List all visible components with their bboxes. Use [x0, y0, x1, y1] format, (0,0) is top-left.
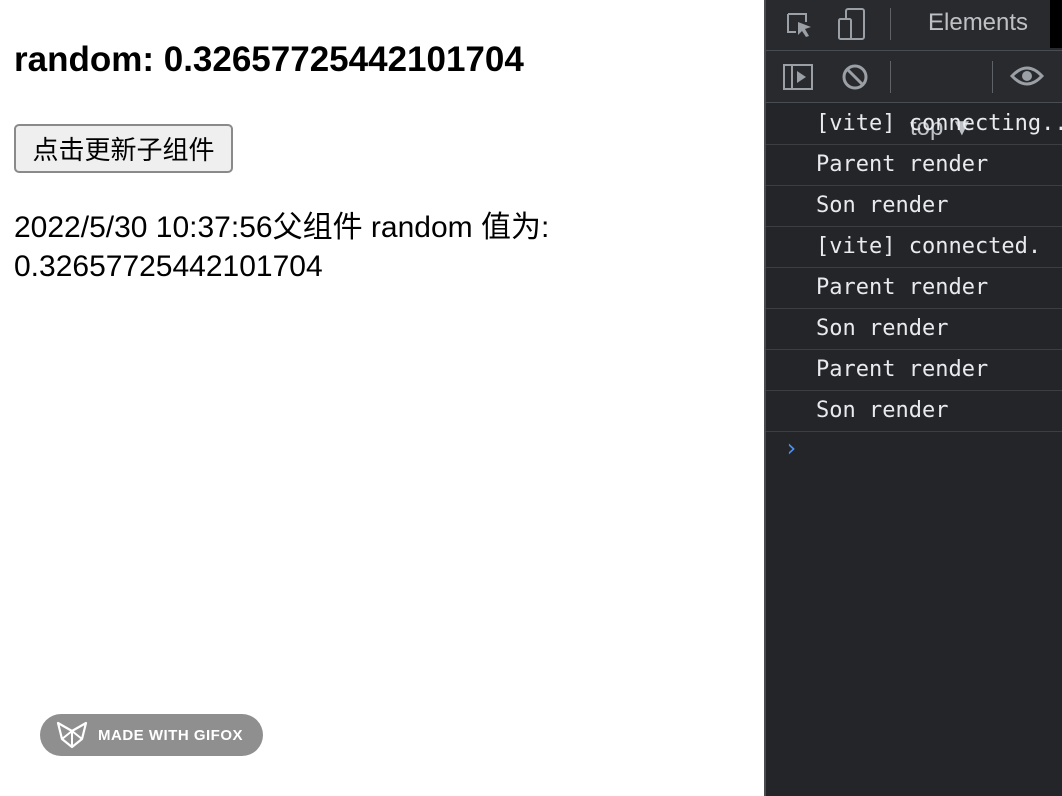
toolbar-overflow-edge — [1050, 0, 1062, 48]
gifox-watermark: MADE WITH GIFOX — [40, 714, 263, 756]
toolbar-divider — [890, 61, 891, 93]
page-content: random: 0.32657725442101704 点击更新子组件 2022… — [0, 0, 764, 796]
console-messages: [vite] connecting... Parent render Son r… — [766, 104, 1062, 432]
parent-random-text: 2022/5/30 10:37:56父组件 random 值为: 0.32657… — [14, 211, 550, 283]
gifox-fox-icon — [56, 721, 88, 749]
console-toolbar: top ▼ — [766, 51, 1062, 141]
update-child-button[interactable]: 点击更新子组件 — [14, 124, 233, 173]
devtools-main-toolbar: Elements — [766, 0, 1062, 51]
console-message: [vite] connecting... — [766, 104, 1062, 145]
clear-console-icon[interactable] — [841, 63, 869, 96]
console-message: Parent render — [766, 145, 1062, 186]
tab-elements[interactable]: Elements — [928, 9, 1028, 37]
console-message: Son render — [766, 391, 1062, 432]
console-message: Parent render — [766, 268, 1062, 309]
random-heading: random: 0.32657725442101704 — [14, 40, 524, 79]
console-message: [vite] connected. — [766, 227, 1062, 268]
toolbar-divider — [890, 8, 891, 40]
toolbar-divider — [992, 61, 993, 93]
sidebar-toggle-icon[interactable] — [782, 62, 814, 97]
console-message: Son render — [766, 309, 1062, 350]
device-toolbar-icon[interactable] — [836, 7, 868, 46]
inspect-element-icon[interactable] — [784, 10, 814, 45]
eye-icon[interactable] — [1009, 64, 1045, 93]
devtools-panel: Elements top ▼ [vite] connecting... Pare… — [764, 0, 1062, 796]
console-message: Parent render — [766, 350, 1062, 391]
console-prompt[interactable]: › — [784, 434, 798, 462]
gifox-label: MADE WITH GIFOX — [98, 726, 243, 744]
console-message: Son render — [766, 186, 1062, 227]
